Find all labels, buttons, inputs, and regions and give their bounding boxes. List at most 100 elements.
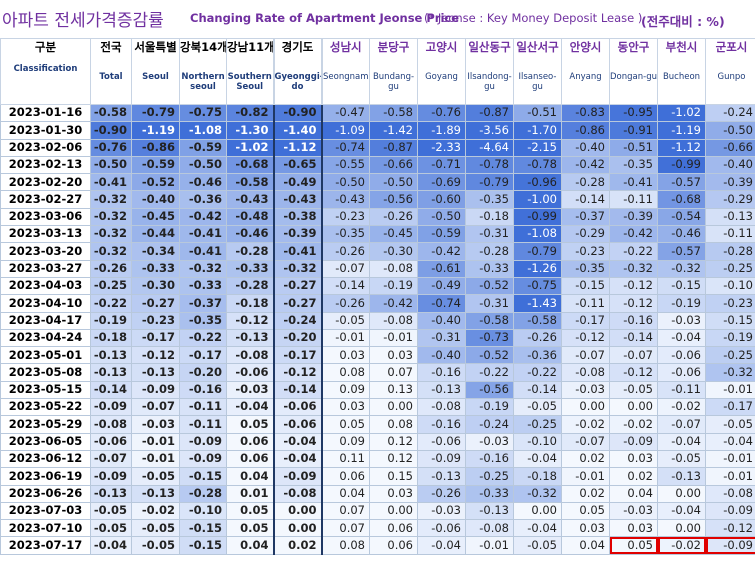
table-cell: -0.24: [272, 311, 322, 330]
table-cell: -0.45: [369, 225, 418, 244]
table-cell: 0.04: [561, 536, 610, 555]
table-cell: 0.13: [369, 380, 418, 400]
table-cell: -0.13: [417, 380, 466, 400]
column-header-korean: 성남시: [329, 40, 362, 54]
table-cell: -0.56: [465, 380, 514, 400]
row-date: 2023-06-12: [0, 449, 91, 469]
table-cell: 0.08: [320, 363, 370, 382]
table-cell: -0.39: [609, 207, 658, 227]
table-cell: -0.04: [657, 432, 706, 451]
table-cell: -0.78: [465, 155, 514, 175]
column-header-korean: 군포시: [715, 40, 748, 54]
column-header-english: Southern Seoul: [227, 71, 272, 93]
table-cell: -0.31: [465, 294, 514, 313]
table-cell: -1.02: [657, 103, 706, 123]
table-cell: -0.59: [417, 225, 466, 244]
table-cell: -0.31: [465, 225, 514, 244]
table-cell: -0.50: [369, 173, 418, 192]
column-header: 서울특별 Seoul: [131, 38, 180, 105]
table-cell: -0.49: [272, 173, 322, 192]
table-cell: -0.26: [417, 484, 466, 503]
table-cell: -0.03: [657, 311, 706, 330]
table-cell: -0.08: [226, 346, 274, 365]
title-note: (* Jeonse : Key Money Deposit Lease ): [424, 11, 643, 25]
table-cell: -0.05: [90, 501, 132, 521]
table-row: 2023-04-17 -0.19 -0.23 -0.35 -0.12 -0.24 -0.05…: [0, 311, 755, 330]
table-row: 2023-05-08 -0.13 -0.13 -0.20 -0.06 -0.12 0.08 0…: [0, 363, 755, 382]
row-date: 2023-05-29: [0, 415, 91, 434]
table-cell: -0.12: [609, 294, 658, 313]
table-cell: -0.14: [90, 380, 132, 400]
table-cell: -0.24: [465, 415, 514, 434]
table-cell: -0.04: [272, 432, 322, 451]
table-cell: -0.15: [657, 276, 706, 296]
column-header-korean: 전국: [100, 40, 122, 54]
table-cell: -0.25: [705, 346, 755, 365]
table-cell: -0.02: [561, 415, 610, 434]
table-cell: -0.50: [90, 155, 132, 175]
table-cell: -0.20: [179, 363, 227, 382]
table-cell: -0.32: [90, 242, 132, 261]
table-cell: -0.14: [272, 380, 322, 400]
table-cell: -0.01: [705, 467, 755, 486]
table-cell: -0.27: [272, 294, 322, 313]
table-cell: -0.35: [179, 311, 227, 330]
table-cell: -0.13: [657, 467, 706, 486]
table-cell: 0.04: [226, 467, 274, 486]
row-date: 2023-02-06: [0, 138, 91, 157]
table-cell: -0.15: [179, 536, 227, 555]
table-cell: -0.86: [131, 138, 180, 157]
table-cell: 0.12: [369, 432, 418, 451]
table-cell: -0.40: [417, 311, 466, 330]
column-header-english: Bundang-gu: [372, 71, 415, 93]
table-cell: -0.28: [705, 242, 755, 261]
row-date: 2023-06-26: [0, 484, 91, 503]
row-date: 2023-05-01: [0, 346, 91, 365]
table-cell: -0.26: [369, 207, 418, 227]
column-header-english: Seongnam: [323, 71, 369, 82]
table-cell: -0.22: [513, 363, 562, 382]
table-cell: -0.75: [179, 103, 227, 123]
table-cell: -0.33: [131, 259, 180, 278]
table-cell: 0.09: [320, 432, 370, 451]
table-cell: -0.01: [465, 536, 514, 555]
table-cell: -0.06: [272, 398, 322, 417]
column-header: 전국 Total: [90, 38, 132, 105]
table-cell: -0.28: [226, 242, 274, 261]
table-cell: -0.68: [226, 155, 274, 175]
table-cell: -0.14: [561, 190, 610, 209]
table-cell: -0.08: [465, 519, 514, 538]
column-header: 고양시 Goyang: [417, 38, 466, 105]
table-cell: -0.75: [513, 276, 562, 296]
table-cell: -0.01: [561, 467, 610, 486]
table-cell: -1.26: [513, 259, 562, 278]
table-cell: -0.58: [369, 103, 418, 123]
table-cell: -0.09: [90, 467, 132, 486]
table-cell: -0.22: [179, 328, 227, 348]
table-cell: 0.05: [609, 536, 658, 555]
table-cell: -0.58: [90, 103, 132, 123]
table-row: 2023-05-29 -0.08 -0.03 -0.11 0.05 -0.06 0.05 0.…: [0, 415, 755, 434]
column-header: 구분 Classification: [0, 38, 91, 105]
table-cell: -0.12: [609, 276, 658, 296]
column-header: 성남시 Seongnam: [320, 38, 370, 105]
table-cell: -0.01: [320, 328, 370, 348]
table-cell: -0.04: [272, 449, 322, 469]
table-cell: -0.36: [179, 190, 227, 209]
table-cell: -0.05: [131, 519, 180, 538]
table-cell: -0.02: [657, 398, 706, 417]
table-cell: -0.08: [369, 311, 418, 330]
table-cell: -0.01: [131, 432, 180, 451]
table-row: 2023-07-17 -0.04 -0.05 -0.15 0.04 0.02 0.08 0.0…: [0, 536, 755, 555]
table-cell: -0.79: [513, 242, 562, 261]
table-cell: -0.33: [179, 276, 227, 296]
table-row: 2023-05-15 -0.14 -0.09 -0.16 -0.03 -0.14 0.09 0…: [0, 380, 755, 400]
title-english: Changing Rate of Apartment Jeonse Price: [190, 11, 459, 25]
row-date: 2023-07-10: [0, 519, 91, 538]
column-header-english: Gunpo: [717, 71, 746, 82]
table-cell: -0.30: [131, 276, 180, 296]
table-row: 2023-05-22 -0.09 -0.07 -0.11 -0.04 -0.06 0.03 0…: [0, 398, 755, 417]
table-cell: -1.02: [226, 138, 274, 157]
column-header-korean: 일산동구: [468, 40, 511, 54]
table-cell: -0.59: [179, 138, 227, 157]
